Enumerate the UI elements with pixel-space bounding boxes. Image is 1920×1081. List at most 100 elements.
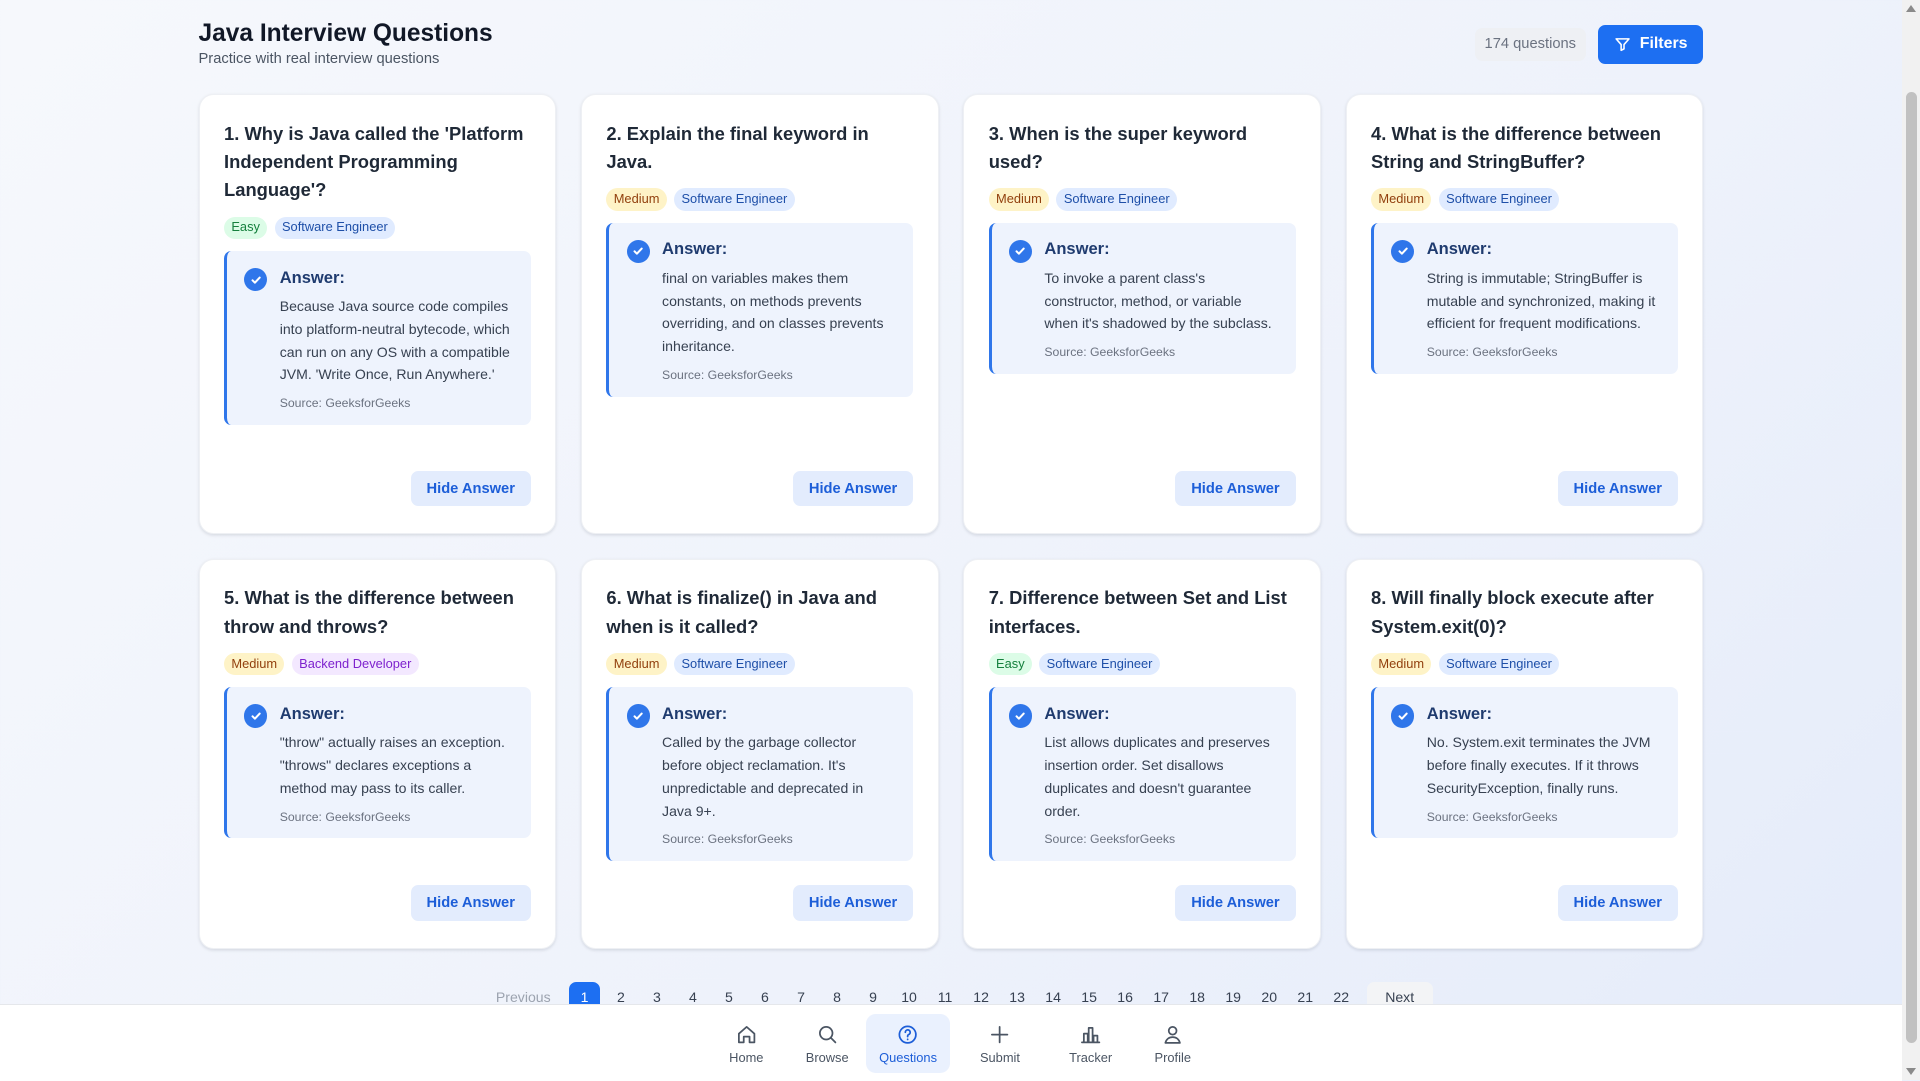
answer-panel: Answer: Because Java source code compiles… [224, 250, 531, 425]
role-badge: Software Engineer [674, 652, 795, 675]
question-title: 3. When is the super keyword used? [988, 122, 1248, 173]
hide-answer-button[interactable]: Hide Answer [1557, 470, 1678, 507]
app-root: Java Interview Questions Practice with r… [0, 0, 1920, 1081]
hide-answer-button[interactable]: Hide Answer [410, 470, 531, 507]
answer-panel: Answer: Called by the garbage collector b… [606, 687, 914, 862]
question-tags: Medium Software Engineer [988, 188, 1296, 211]
scrollbar[interactable] [1901, 0, 1920, 1080]
answer-source: Source: GeeksforGeeks [1044, 832, 1176, 847]
filter-icon [1615, 37, 1630, 51]
question-tags: Medium Software Engineer [1371, 652, 1678, 675]
hide-answer-button[interactable]: Hide Answer [1557, 885, 1678, 921]
answer-body: Answer: List allows duplicates and preser… [1044, 702, 1278, 846]
answer-text: To invoke a parent class's constructor, … [1044, 269, 1272, 332]
search-icon [818, 1025, 836, 1044]
hide-answer-button[interactable]: Hide Answer [1175, 470, 1296, 507]
nav-item-profile[interactable]: Profile [1131, 1014, 1214, 1073]
question-card: 4. What is the difference between String… [1345, 94, 1704, 535]
question-title: 7. Difference between Set and List inter… [988, 587, 1287, 637]
answer-text: No. System.exit terminates the JVM befor… [1426, 734, 1651, 796]
hide-answer-button[interactable]: Hide Answer [1175, 885, 1296, 921]
filters-button[interactable]: Filters [1598, 24, 1704, 64]
question-grid: 1. Why is Java called the 'Platform Inde… [198, 94, 1705, 949]
answer-label: Answer: [662, 239, 728, 259]
answer-source: Source: GeeksforGeeks [1426, 345, 1558, 360]
answer-source: Source: GeeksforGeeks [662, 367, 793, 382]
help-circle-icon [898, 1025, 918, 1044]
bottom-nav-items: Home Browse Questions Submit Tracker Profile [705, 1014, 1215, 1074]
hide-answer-button[interactable]: Hide Answer [410, 885, 531, 921]
answer-text: final on variables makes them constants,… [662, 269, 884, 355]
question-title: 5. What is the difference between throw … [224, 587, 514, 637]
header-actions: 174 questions Filters [1474, 24, 1704, 64]
hide-answer-button[interactable]: Hide Answer [792, 885, 914, 921]
check-icon [626, 704, 650, 728]
nav-item-home[interactable]: Home [705, 1014, 788, 1073]
scroll-down-arrow[interactable] [1905, 1067, 1916, 1075]
question-title: 6. What is finalize() in Java and when i… [606, 587, 877, 637]
answer-source: Source: GeeksforGeeks [662, 832, 793, 847]
answer-panel: Answer: List allows duplicates and preser… [988, 687, 1296, 862]
question-card: 1. Why is Java called the 'Platform Inde… [198, 94, 557, 535]
answer-panel: Answer: To invoke a parent class's constr… [988, 222, 1296, 374]
answer-body: Answer: No. System.exit terminates the JV… [1427, 702, 1661, 824]
difficulty-badge: Medium [1371, 652, 1432, 675]
check-icon [1391, 239, 1415, 264]
hide-answer-button[interactable]: Hide Answer [792, 470, 914, 507]
question-card: 7. Difference between Set and List inter… [963, 558, 1322, 949]
answer-body: Answer: Called by the garbage collector b… [662, 702, 896, 846]
check-icon [244, 268, 268, 292]
role-badge: Software Engineer [1039, 652, 1160, 675]
answer-source: Source: GeeksforGeeks [279, 396, 411, 411]
question-title: 1. Why is Java called the 'Platform Inde… [224, 122, 524, 201]
nav-item-label: Profile [1154, 1049, 1191, 1065]
nav-item-label: Browse [805, 1049, 849, 1065]
role-badge: Software Engineer [1438, 652, 1560, 675]
difficulty-badge: Medium [224, 652, 285, 675]
answer-body: Answer: To invoke a parent class's constr… [1044, 237, 1278, 359]
answer-panel: Answer: String is immutable; StringBuffer… [1371, 222, 1678, 374]
bottom-nav: Home Browse Questions Submit Tracker Profile [0, 1003, 1902, 1081]
difficulty-badge: Easy [988, 652, 1032, 675]
answer-text: Called by the garbage collector before o… [662, 734, 864, 819]
question-count-badge: 174 questions [1474, 27, 1586, 61]
home-icon [737, 1025, 755, 1044]
role-badge: Software Engineer [274, 216, 396, 239]
nav-item-label: Home [729, 1049, 764, 1065]
question-card: 2. Explain the final keyword in Java. Med… [580, 94, 939, 535]
answer-label: Answer: [1426, 703, 1492, 723]
check-icon [1391, 704, 1415, 728]
answer-label: Answer: [279, 267, 345, 287]
nav-item-tracker[interactable]: Tracker [1050, 1014, 1131, 1073]
scroll-up-arrow[interactable] [1905, 5, 1916, 12]
difficulty-badge: Medium [606, 188, 667, 211]
answer-label: Answer: [1044, 703, 1110, 723]
page-header: Java Interview Questions Practice with r… [199, 17, 1704, 76]
answer-source: Source: GeeksforGeeks [279, 809, 411, 824]
answer-source: Source: GeeksforGeeks [1426, 809, 1558, 824]
nav-item-questions[interactable]: Questions [866, 1014, 950, 1074]
nav-item-submit[interactable]: Submit [950, 1014, 1050, 1073]
answer-panel: Answer: No. System.exit terminates the JV… [1371, 687, 1678, 839]
answer-label: Answer: [1426, 239, 1492, 259]
user-icon [1164, 1025, 1181, 1044]
question-tags: Medium Software Engineer [606, 652, 913, 675]
nav-item-label: Tracker [1069, 1049, 1113, 1065]
answer-body: Answer: "throw" actually raises an except… [280, 702, 514, 824]
role-badge: Software Engineer [1438, 188, 1560, 211]
filters-button-label: Filters [1639, 35, 1688, 53]
question-tags: Medium Software Engineer [606, 188, 913, 211]
check-icon [1008, 239, 1033, 264]
scrollbar-thumb[interactable] [1905, 91, 1917, 1043]
difficulty-badge: Easy [224, 216, 268, 239]
answer-panel: Answer: final on variables makes them con… [606, 222, 914, 397]
difficulty-badge: Medium [606, 652, 667, 675]
question-tags: Easy Software Engineer [988, 652, 1296, 675]
answer-body: Answer: final on variables makes them con… [662, 237, 896, 381]
nav-item-browse[interactable]: Browse [788, 1014, 866, 1073]
difficulty-badge: Medium [1371, 188, 1432, 211]
bar-chart-icon [1081, 1026, 1101, 1044]
question-title: 4. What is the difference between String… [1371, 122, 1662, 173]
question-card: 5. What is the difference between throw … [198, 558, 557, 949]
question-title: 2. Explain the final keyword in Java. [606, 122, 869, 173]
